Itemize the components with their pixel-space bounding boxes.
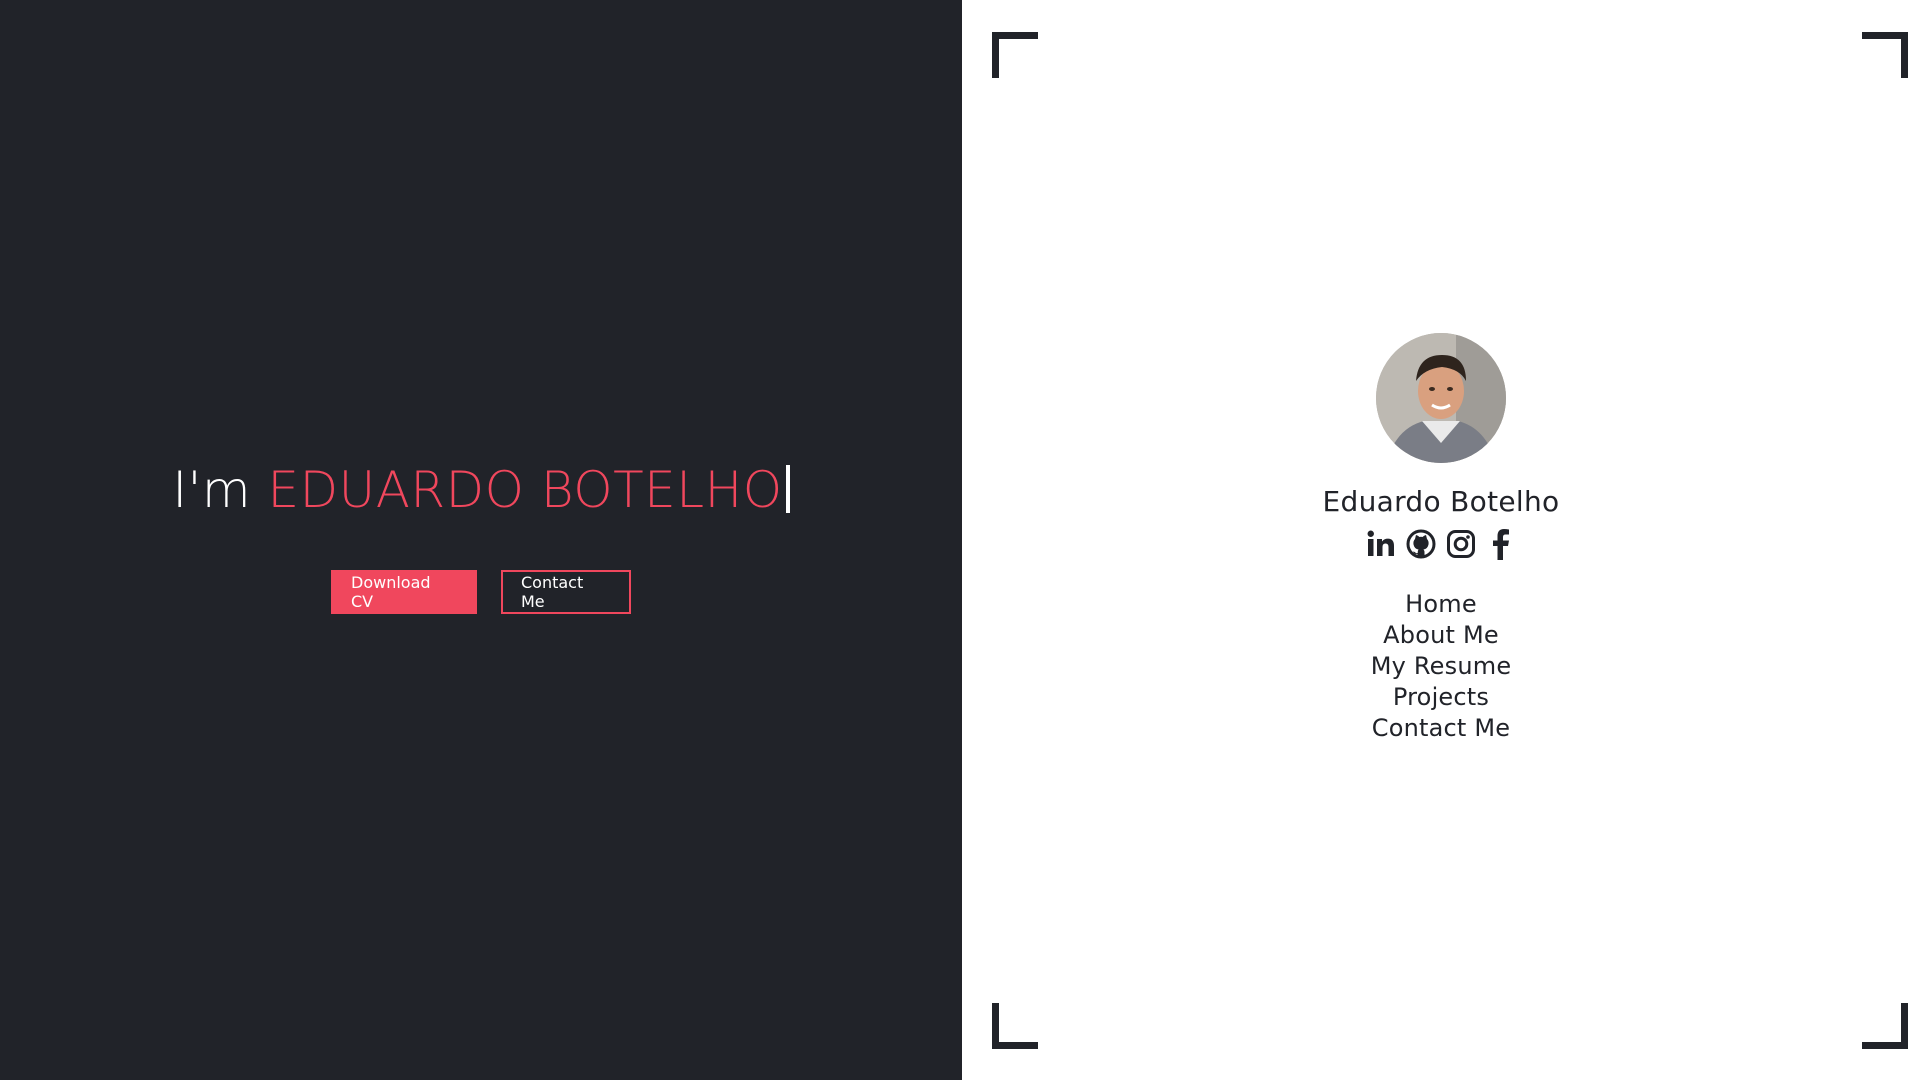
- contact-me-button[interactable]: Contact Me: [501, 570, 631, 614]
- facebook-icon[interactable]: [1485, 528, 1517, 560]
- avatar: [1376, 333, 1506, 463]
- typing-cursor: [785, 465, 790, 513]
- corner-top-right: [1862, 32, 1908, 78]
- corner-bottom-left: [992, 1003, 1038, 1049]
- hero-headline: I'm EDUARDO BOTELHO: [0, 460, 962, 520]
- linkedin-icon[interactable]: [1365, 528, 1397, 560]
- hero-actions: Download CV Contact Me: [0, 570, 962, 614]
- page: I'm EDUARDO BOTELHO Download CV Contact …: [0, 0, 1920, 1080]
- main-nav: Home About Me My Resume Projects Contact…: [1371, 589, 1512, 744]
- social-links: [1365, 527, 1517, 561]
- hero-section: I'm EDUARDO BOTELHO Download CV Contact …: [0, 0, 962, 1080]
- nav-item-projects[interactable]: Projects: [1393, 682, 1489, 713]
- profile: Eduardo Botelho Home About Me My Resume …: [962, 333, 1920, 744]
- hero-prefix: I'm: [172, 461, 268, 519]
- hero-name: EDUARDO BOTELHO: [267, 461, 783, 519]
- download-cv-button[interactable]: Download CV: [331, 570, 477, 614]
- nav-item-my-resume[interactable]: My Resume: [1371, 651, 1512, 682]
- profile-name: Eduardo Botelho: [1322, 485, 1560, 518]
- nav-item-about-me[interactable]: About Me: [1383, 620, 1499, 651]
- github-icon[interactable]: [1405, 528, 1437, 560]
- corner-bottom-right: [1862, 1003, 1908, 1049]
- instagram-icon[interactable]: [1445, 528, 1477, 560]
- corner-top-left: [992, 32, 1038, 78]
- nav-item-contact-me[interactable]: Contact Me: [1372, 713, 1510, 744]
- avatar-photo: [1376, 333, 1506, 463]
- sidebar: Eduardo Botelho Home About Me My Resume …: [962, 0, 1920, 1080]
- nav-item-home[interactable]: Home: [1405, 589, 1477, 620]
